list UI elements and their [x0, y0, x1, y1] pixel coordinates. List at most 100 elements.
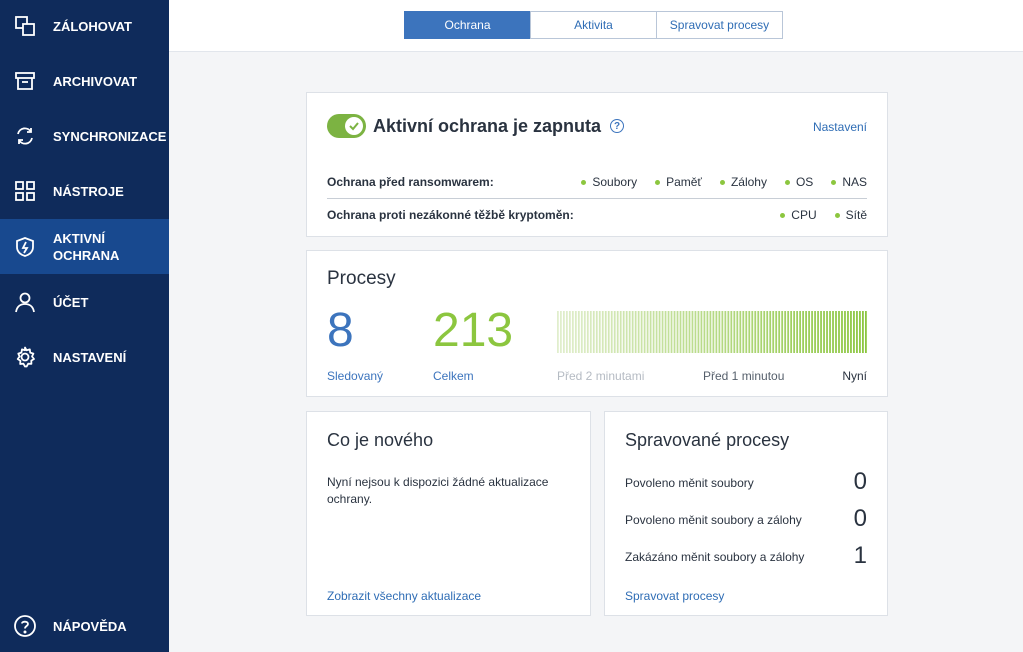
chip-memory: Paměť [655, 175, 702, 189]
status-dot [581, 179, 587, 185]
activity-chart [557, 311, 867, 353]
total-link[interactable]: Celkem [433, 369, 474, 383]
activity-bar [805, 311, 807, 353]
activity-bar [727, 311, 730, 353]
tab-bar: Ochrana Aktivita Spravovat procesy [404, 11, 783, 39]
backup-icon [13, 14, 37, 38]
activity-bar [823, 311, 825, 353]
activity-bar [781, 311, 784, 353]
activity-bar [685, 311, 688, 353]
activity-bar [610, 311, 613, 353]
sidebar-item-active-protection[interactable]: AKTIVNÍ OCHRANA [0, 219, 169, 274]
sidebar-item-settings[interactable]: NASTAVENÍ [0, 331, 169, 383]
managed-row-label: Povoleno měnit soubory [625, 476, 754, 490]
activity-bar [847, 311, 849, 353]
activity-bar [790, 311, 793, 353]
tab-activity[interactable]: Aktivita [530, 11, 657, 39]
activity-bar [832, 311, 834, 353]
status-dot [655, 179, 661, 185]
activity-bar [646, 311, 649, 353]
activity-bar [622, 311, 625, 353]
activity-bar [706, 311, 709, 353]
manage-processes-link[interactable]: Spravovat procesy [625, 589, 724, 603]
activity-bar [604, 311, 607, 353]
activity-bar [574, 311, 577, 353]
help-icon[interactable]: ? [610, 119, 624, 133]
activity-bar [634, 311, 637, 353]
activity-bar [700, 311, 703, 353]
activity-bar [793, 311, 796, 353]
activity-bar [670, 311, 673, 353]
managed-row: Zakázáno měnit soubory a zálohy 1 [625, 542, 867, 572]
check-icon [345, 117, 363, 135]
help-circle-icon [13, 614, 37, 638]
managed-row-count: 1 [853, 542, 867, 569]
activity-bar [649, 311, 652, 353]
activity-bar [691, 311, 694, 353]
activity-bar [715, 311, 718, 353]
sidebar-item-help[interactable]: NÁPOVĚDA [0, 600, 169, 652]
activity-bar [778, 311, 781, 353]
activity-bar [721, 311, 724, 353]
activity-bar [853, 311, 855, 353]
activity-bar [628, 311, 631, 353]
activity-bar [613, 311, 616, 353]
sidebar-item-label: SYNCHRONIZACE [53, 128, 167, 144]
activity-bar [658, 311, 661, 353]
activity-bar [757, 311, 760, 353]
activity-bar [688, 311, 691, 353]
sidebar-item-archive[interactable]: ARCHIVOVAT [0, 55, 169, 107]
activity-bar [769, 311, 772, 353]
managed-row: Povoleno měnit soubory a zálohy 0 [625, 505, 867, 535]
ransomware-label: Ochrana před ransomwarem: [327, 175, 494, 189]
activity-bar [619, 311, 622, 353]
sidebar-item-sync[interactable]: SYNCHRONIZACE [0, 110, 169, 162]
tab-protection[interactable]: Ochrana [404, 11, 531, 39]
activity-bar [667, 311, 670, 353]
sidebar-item-label: NASTAVENÍ [53, 349, 127, 365]
settings-link[interactable]: Nastavení [813, 120, 867, 134]
activity-bar [820, 311, 822, 353]
chip-backups: Zálohy [719, 175, 767, 189]
protection-status-title: Aktivní ochrana je zapnuta [373, 116, 602, 136]
chip-os: OS [784, 175, 813, 189]
managed-row-count: 0 [853, 505, 867, 532]
activity-bar [724, 311, 727, 353]
tab-manage-processes[interactable]: Spravovat procesy [656, 11, 783, 39]
chip-label: Sítě [845, 208, 867, 222]
activity-bar [664, 311, 667, 353]
label-line1: AKTIVNÍ [53, 230, 105, 246]
activity-bar [829, 311, 831, 353]
tools-grid-icon [13, 179, 37, 203]
sidebar-item-label: NÁSTROJE [53, 183, 124, 199]
sync-icon [13, 124, 37, 148]
activity-bar [676, 311, 679, 353]
activity-bar [703, 311, 706, 353]
activity-bar [766, 311, 769, 353]
activity-bar [865, 311, 867, 353]
chip-nas: NAS [831, 175, 867, 189]
sidebar-item-label: ARCHIVOVAT [53, 73, 138, 89]
activity-bar [733, 311, 736, 353]
cryptomining-label: Ochrana proti nezákonné těžbě kryptoměn: [327, 208, 574, 222]
sidebar-item-account[interactable]: ÚČET [0, 276, 169, 328]
activity-bar [775, 311, 778, 353]
time-label-2min: Před 2 minutami [557, 369, 645, 383]
activity-bar [838, 311, 840, 353]
sidebar-item-tools[interactable]: NÁSTROJE [0, 165, 169, 217]
protection-toggle[interactable] [327, 114, 366, 138]
whats-new-card: Co je nového Nyní nejsou k dispozici žád… [306, 411, 591, 616]
activity-bar [607, 311, 610, 353]
monitored-link[interactable]: Sledovaný [327, 369, 383, 383]
main-area: Ochrana Aktivita Spravovat procesy Aktiv… [169, 0, 1023, 652]
activity-bar [592, 311, 595, 353]
cryptomining-row: Ochrana proti nezákonné těžbě kryptoměn:… [327, 199, 867, 231]
activity-bar [709, 311, 712, 353]
activity-bar [844, 311, 846, 353]
monitored-count: 8 [327, 304, 354, 357]
show-all-updates-link[interactable]: Zobrazit všechny aktualizace [327, 589, 481, 603]
sidebar-item-backup[interactable]: ZÁLOHOVAT [0, 0, 169, 52]
activity-bar [745, 311, 748, 353]
activity-bar [682, 311, 685, 353]
managed-processes-title: Spravované procesy [625, 430, 790, 450]
